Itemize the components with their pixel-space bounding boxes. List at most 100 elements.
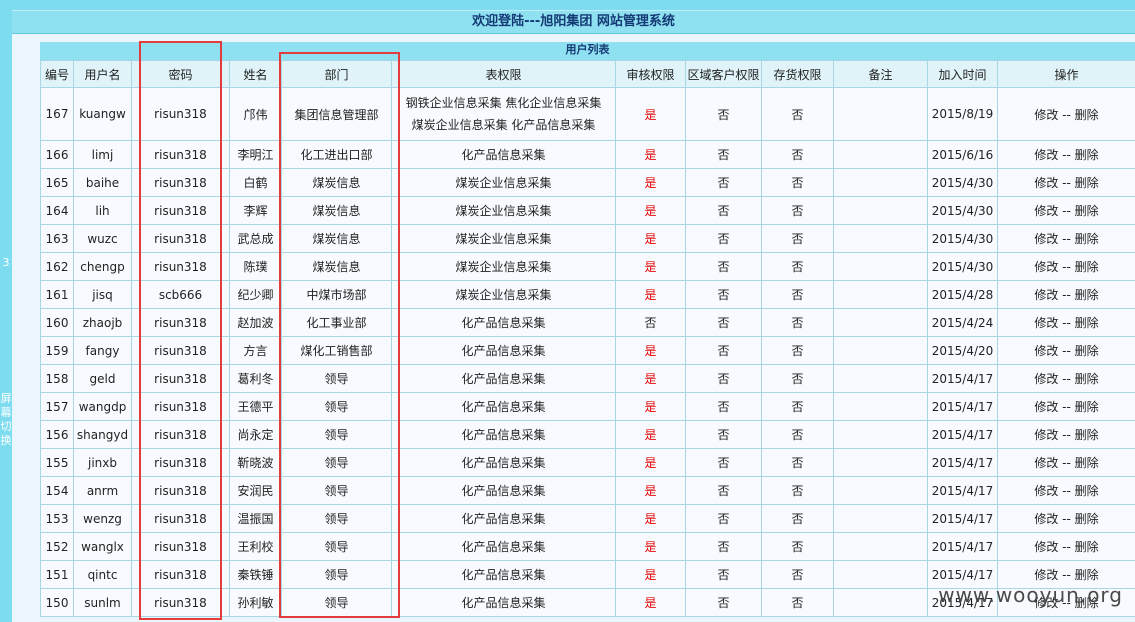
cell-date: 2015/4/28 [927, 280, 998, 309]
perm-line: 煤炭企业信息采集 [455, 175, 552, 190]
table-row: 158 geld risun318 葛利冬 领导 化产品信息采集是否否 2015/4/17 修… [40, 364, 1135, 393]
cell-region: 否 [685, 196, 762, 225]
table-row: 161 jisq scb666 纪少卿 中煤市场部 煤炭企业信息采集是否否 2015/4/2… [40, 280, 1135, 309]
cell-audit: 是 [615, 448, 686, 477]
delete-link[interactable]: 删除 [1075, 176, 1099, 190]
cell-audit: 是 [615, 168, 686, 197]
cell-audit: 是 [615, 560, 686, 589]
cell-name: 方言 [229, 336, 282, 365]
cell-password: risun318 [131, 448, 230, 477]
cell-region: 否 [685, 504, 762, 533]
action-separator: -- [1058, 176, 1075, 190]
cell-dept: 煤炭信息 [281, 196, 392, 225]
edit-link[interactable]: 修改 [1034, 148, 1058, 162]
edit-link[interactable]: 修改 [1034, 456, 1058, 470]
delete-link[interactable]: 删除 [1075, 512, 1099, 526]
delete-link[interactable]: 删除 [1075, 260, 1099, 274]
cell-name: 王德平 [229, 392, 282, 421]
column-header: 备注 [833, 60, 928, 88]
perm-line: 化产品信息采集 [461, 595, 546, 610]
table-row: 160 zhaojb risun318 赵加波 化工事业部 化产品信息采集否否否 2015/… [40, 308, 1135, 337]
cell-password: risun318 [131, 476, 230, 505]
delete-link[interactable]: 删除 [1075, 148, 1099, 162]
column-header: 密码 [131, 60, 230, 88]
cell-note [833, 476, 928, 505]
table-row: 165 baihe risun318 白鹤 煤炭信息 煤炭企业信息采集是否否 2015/4/… [40, 168, 1135, 197]
cell-audit: 是 [615, 532, 686, 561]
cell-region: 否 [685, 336, 762, 365]
delete-link[interactable]: 删除 [1075, 484, 1099, 498]
perm-line: 煤炭企业信息采集 [455, 231, 552, 246]
edit-link[interactable]: 修改 [1034, 372, 1058, 386]
column-header: 用户名 [73, 60, 132, 88]
perm-line: 化产品信息采集 [461, 343, 546, 358]
perm-line: 煤炭企业信息采集 化产品信息采集 [411, 118, 596, 132]
delete-link[interactable]: 删除 [1075, 316, 1099, 330]
edit-link[interactable]: 修改 [1034, 540, 1058, 554]
cell-id: 160 [40, 308, 74, 337]
edit-link[interactable]: 修改 [1034, 176, 1058, 190]
edit-link[interactable]: 修改 [1034, 428, 1058, 442]
delete-link[interactable]: 删除 [1075, 204, 1099, 218]
cell-perms: 化产品信息采集 [391, 308, 616, 337]
cell-name: 纪少卿 [229, 280, 282, 309]
delete-link[interactable]: 删除 [1075, 428, 1099, 442]
edit-link[interactable]: 修改 [1034, 568, 1058, 582]
cell-audit: 是 [615, 392, 686, 421]
edit-link[interactable]: 修改 [1034, 204, 1058, 218]
cell-stock: 否 [761, 336, 834, 365]
cell-actions: 修改 -- 删除 [997, 504, 1135, 533]
cell-region: 否 [685, 87, 762, 141]
action-separator: -- [1058, 260, 1075, 274]
cell-password: risun318 [131, 588, 230, 617]
delete-link[interactable]: 删除 [1075, 540, 1099, 554]
edit-link[interactable]: 修改 [1034, 316, 1058, 330]
cell-password: risun318 [131, 504, 230, 533]
delete-link[interactable]: 删除 [1075, 108, 1099, 122]
cell-actions: 修改 -- 删除 [997, 280, 1135, 309]
screen-switch-toggle[interactable]: 屏幕切换 [0, 392, 12, 448]
action-separator: -- [1058, 232, 1075, 246]
action-separator: -- [1058, 148, 1075, 162]
edit-link[interactable]: 修改 [1034, 260, 1058, 274]
delete-link[interactable]: 删除 [1075, 568, 1099, 582]
cell-name: 李明江 [229, 140, 282, 169]
cell-dept: 煤炭信息 [281, 168, 392, 197]
cell-name: 孙利敏 [229, 588, 282, 617]
cell-actions: 修改 -- 删除 [997, 336, 1135, 365]
table-row: 166 limj risun318 李明江 化工进出口部 化产品信息采集是否否 2015/6… [40, 140, 1135, 169]
cell-actions: 修改 -- 删除 [997, 252, 1135, 281]
edit-link[interactable]: 修改 [1034, 232, 1058, 246]
delete-link[interactable]: 删除 [1075, 288, 1099, 302]
cell-username: wuzc [73, 224, 132, 253]
perm-line: 化产品信息采集 [461, 315, 546, 330]
edit-link[interactable]: 修改 [1034, 400, 1058, 414]
cell-dept: 领导 [281, 448, 392, 477]
perm-line: 煤炭企业信息采集 [455, 203, 552, 218]
perm-line: 化产品信息采集 [461, 539, 546, 554]
cell-username: kuangw [73, 87, 132, 141]
delete-link[interactable]: 删除 [1075, 344, 1099, 358]
cell-perms: 钢铁企业信息采集 焦化企业信息采集 煤炭企业信息采集 化产品信息采集 [391, 87, 616, 141]
cell-perms: 化产品信息采集 [391, 448, 616, 477]
edit-link[interactable]: 修改 [1034, 108, 1058, 122]
cell-date: 2015/4/17 [927, 392, 998, 421]
cell-password: risun318 [131, 87, 230, 141]
cell-region: 否 [685, 392, 762, 421]
edit-link[interactable]: 修改 [1034, 344, 1058, 358]
cell-note [833, 168, 928, 197]
edit-link[interactable]: 修改 [1034, 288, 1058, 302]
edit-link[interactable]: 修改 [1034, 512, 1058, 526]
delete-link[interactable]: 删除 [1075, 372, 1099, 386]
cell-dept: 化工事业部 [281, 308, 392, 337]
delete-link[interactable]: 删除 [1075, 456, 1099, 470]
edit-link[interactable]: 修改 [1034, 484, 1058, 498]
cell-perms: 化产品信息采集 [391, 476, 616, 505]
delete-link[interactable]: 删除 [1075, 400, 1099, 414]
cell-region: 否 [685, 420, 762, 449]
action-separator: -- [1058, 512, 1075, 526]
delete-link[interactable]: 删除 [1075, 232, 1099, 246]
cell-dept: 煤化工销售部 [281, 336, 392, 365]
table-row: 163 wuzc risun318 武总成 煤炭信息 煤炭企业信息采集是否否 2015/4/… [40, 224, 1135, 253]
cell-stock: 否 [761, 224, 834, 253]
